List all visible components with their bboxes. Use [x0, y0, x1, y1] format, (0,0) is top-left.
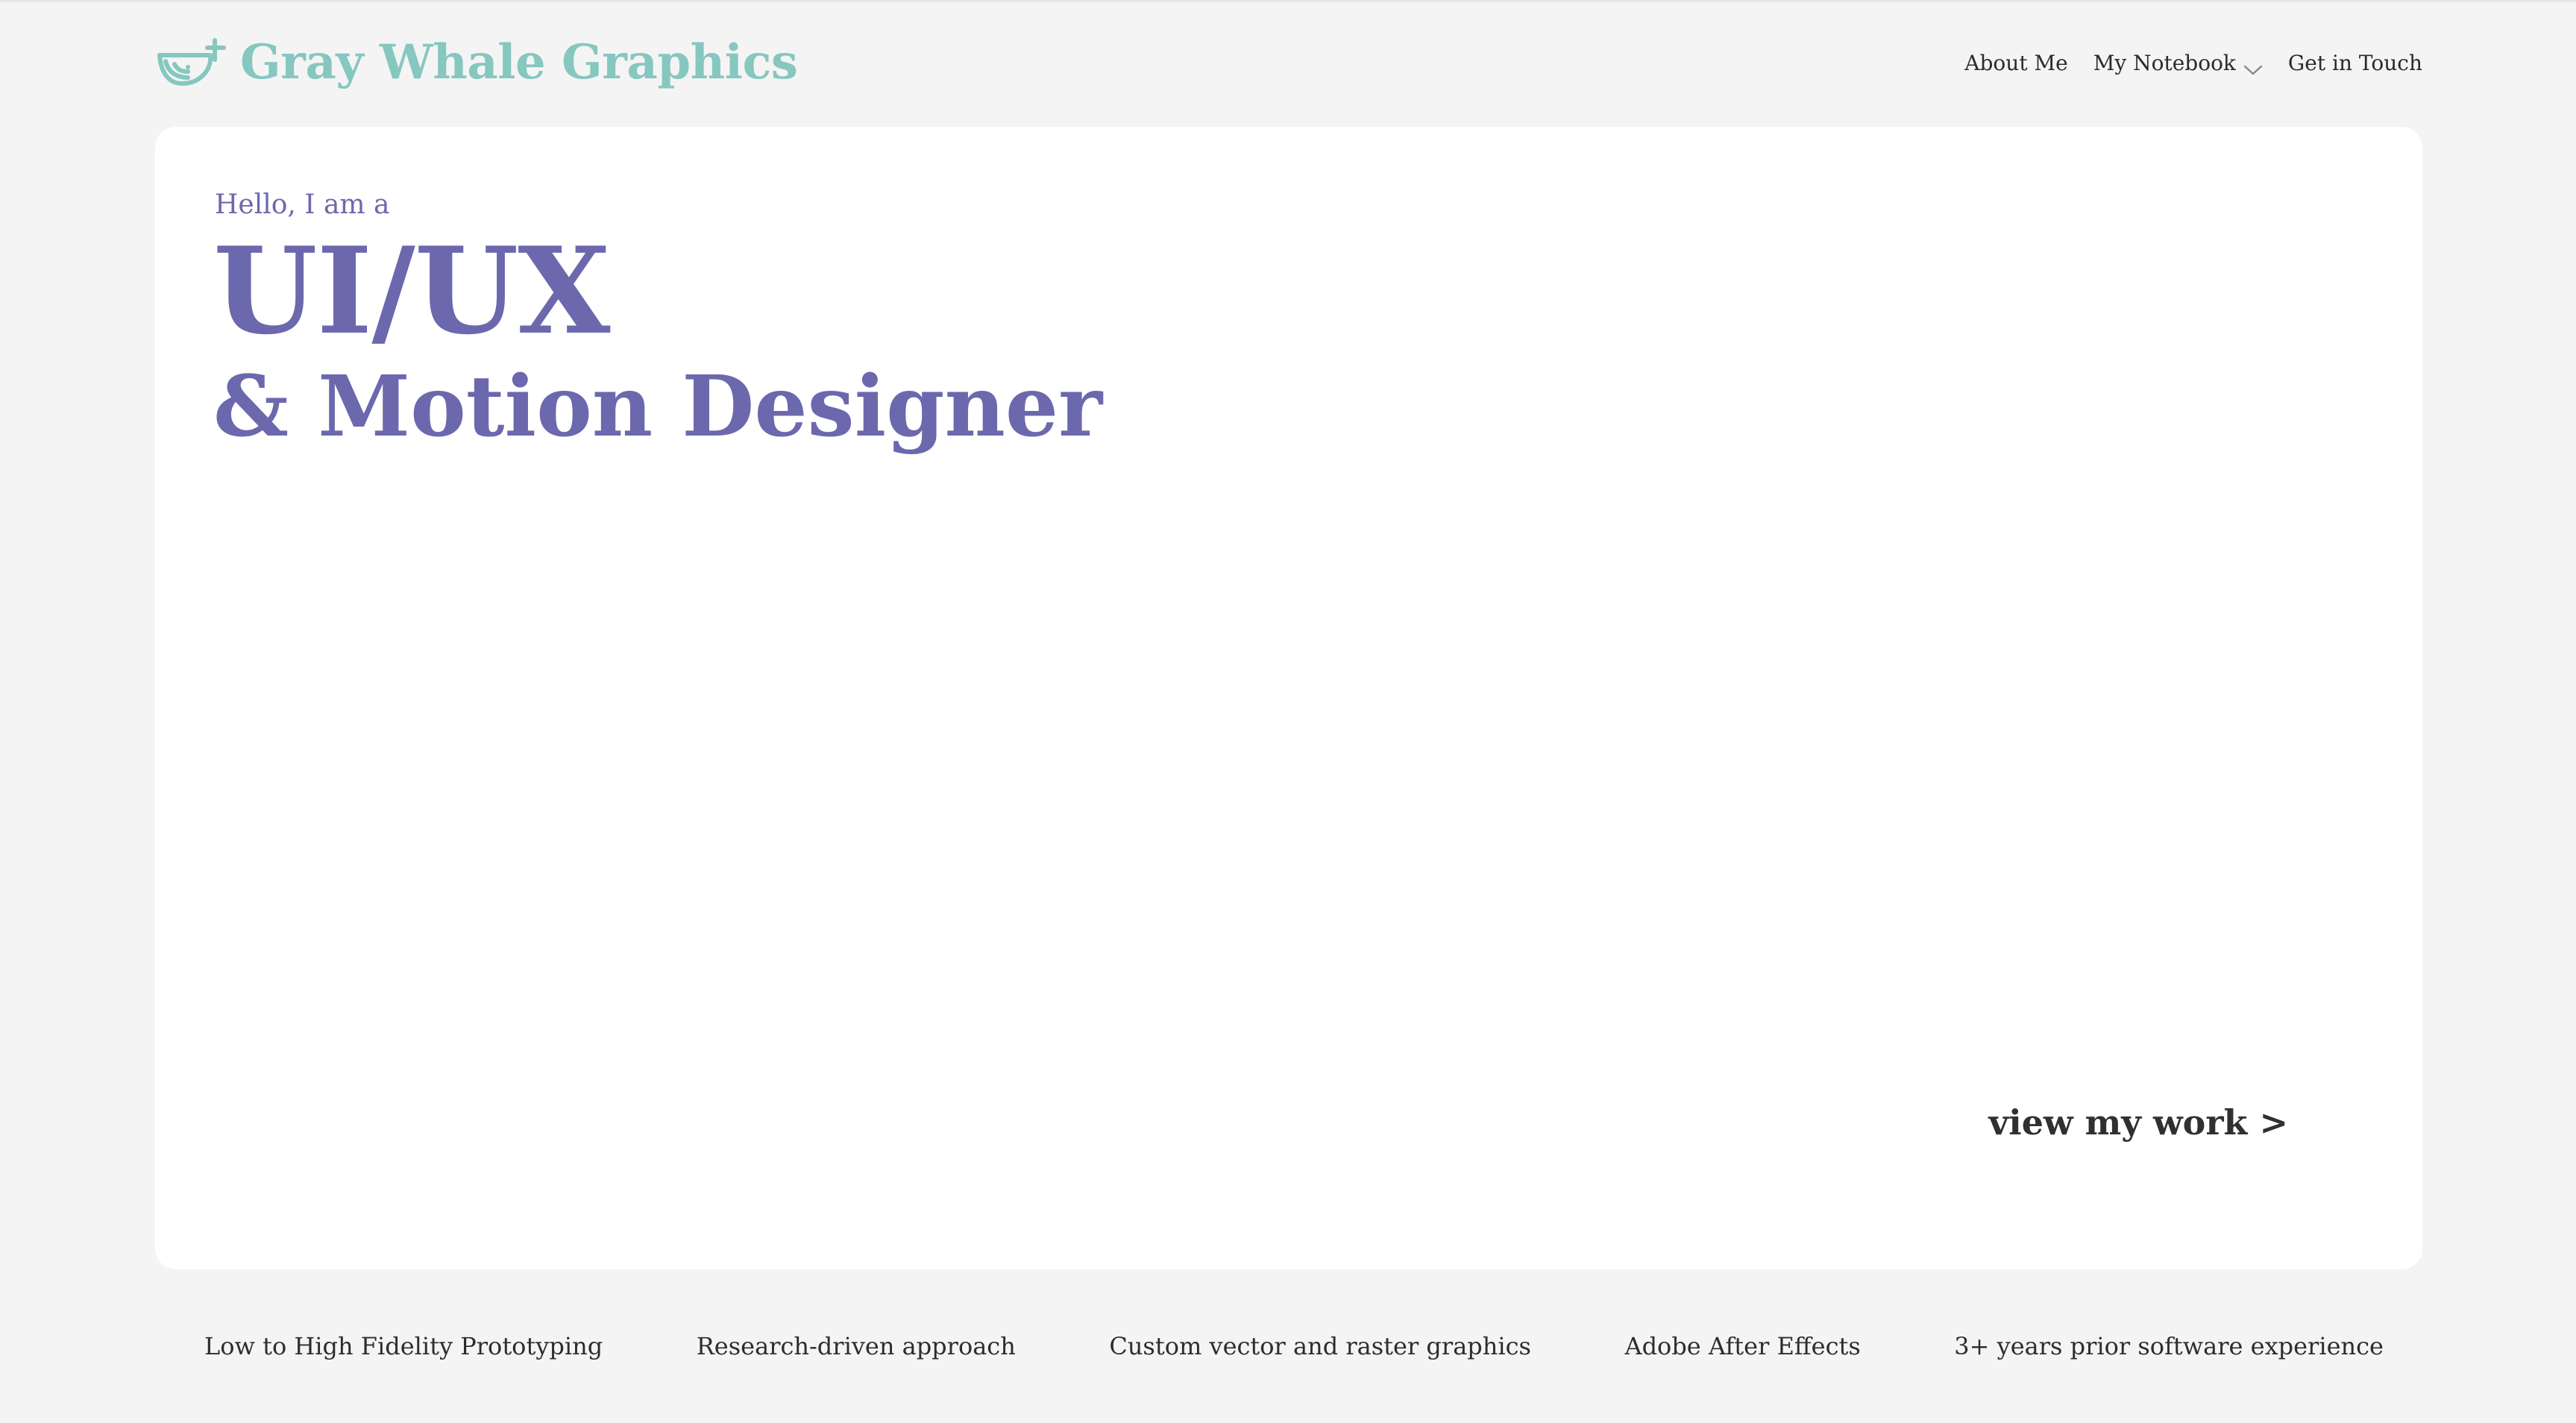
whale-logo-icon [155, 34, 230, 91]
hero-title: UI/UX [213, 221, 610, 361]
hero-subtitle: & Motion Designer [213, 358, 1103, 456]
site-header: Gray Whale Graphics About Me My Notebook… [155, 25, 2422, 100]
nav-my-notebook-dropdown[interactable]: My Notebook [2093, 51, 2263, 75]
main-nav: About Me My Notebook Get in Touch [1964, 25, 2422, 100]
chevron-down-icon [2243, 57, 2263, 75]
skill-item: Custom vector and raster graphics [1109, 1332, 1531, 1360]
skill-item: 3+ years prior software experience [1954, 1332, 2384, 1360]
brand-name: Gray Whale Graphics [240, 34, 798, 90]
skill-item: Low to High Fidelity Prototyping [204, 1332, 603, 1360]
nav-get-in-touch[interactable]: Get in Touch [2288, 51, 2422, 75]
brand-logo-link[interactable]: Gray Whale Graphics [155, 34, 798, 91]
hero-intro: Hello, I am a [215, 189, 390, 220]
view-my-work-link[interactable]: view my work > [1989, 1102, 2288, 1143]
skill-item: Adobe After Effects [1624, 1332, 1861, 1360]
nav-about-me[interactable]: About Me [1964, 51, 2067, 75]
skills-strip: Low to High Fidelity Prototyping Researc… [155, 1320, 2422, 1372]
nav-my-notebook-label: My Notebook [2093, 50, 2236, 75]
nav-get-in-touch-label: Get in Touch [2287, 50, 2422, 75]
top-border [0, 0, 2576, 2]
skill-item: Research-driven approach [696, 1332, 1016, 1360]
nav-about-me-label: About Me [1964, 50, 2068, 75]
hero-card: Hello, I am a UI/UX & Motion Designer vi… [155, 127, 2422, 1269]
